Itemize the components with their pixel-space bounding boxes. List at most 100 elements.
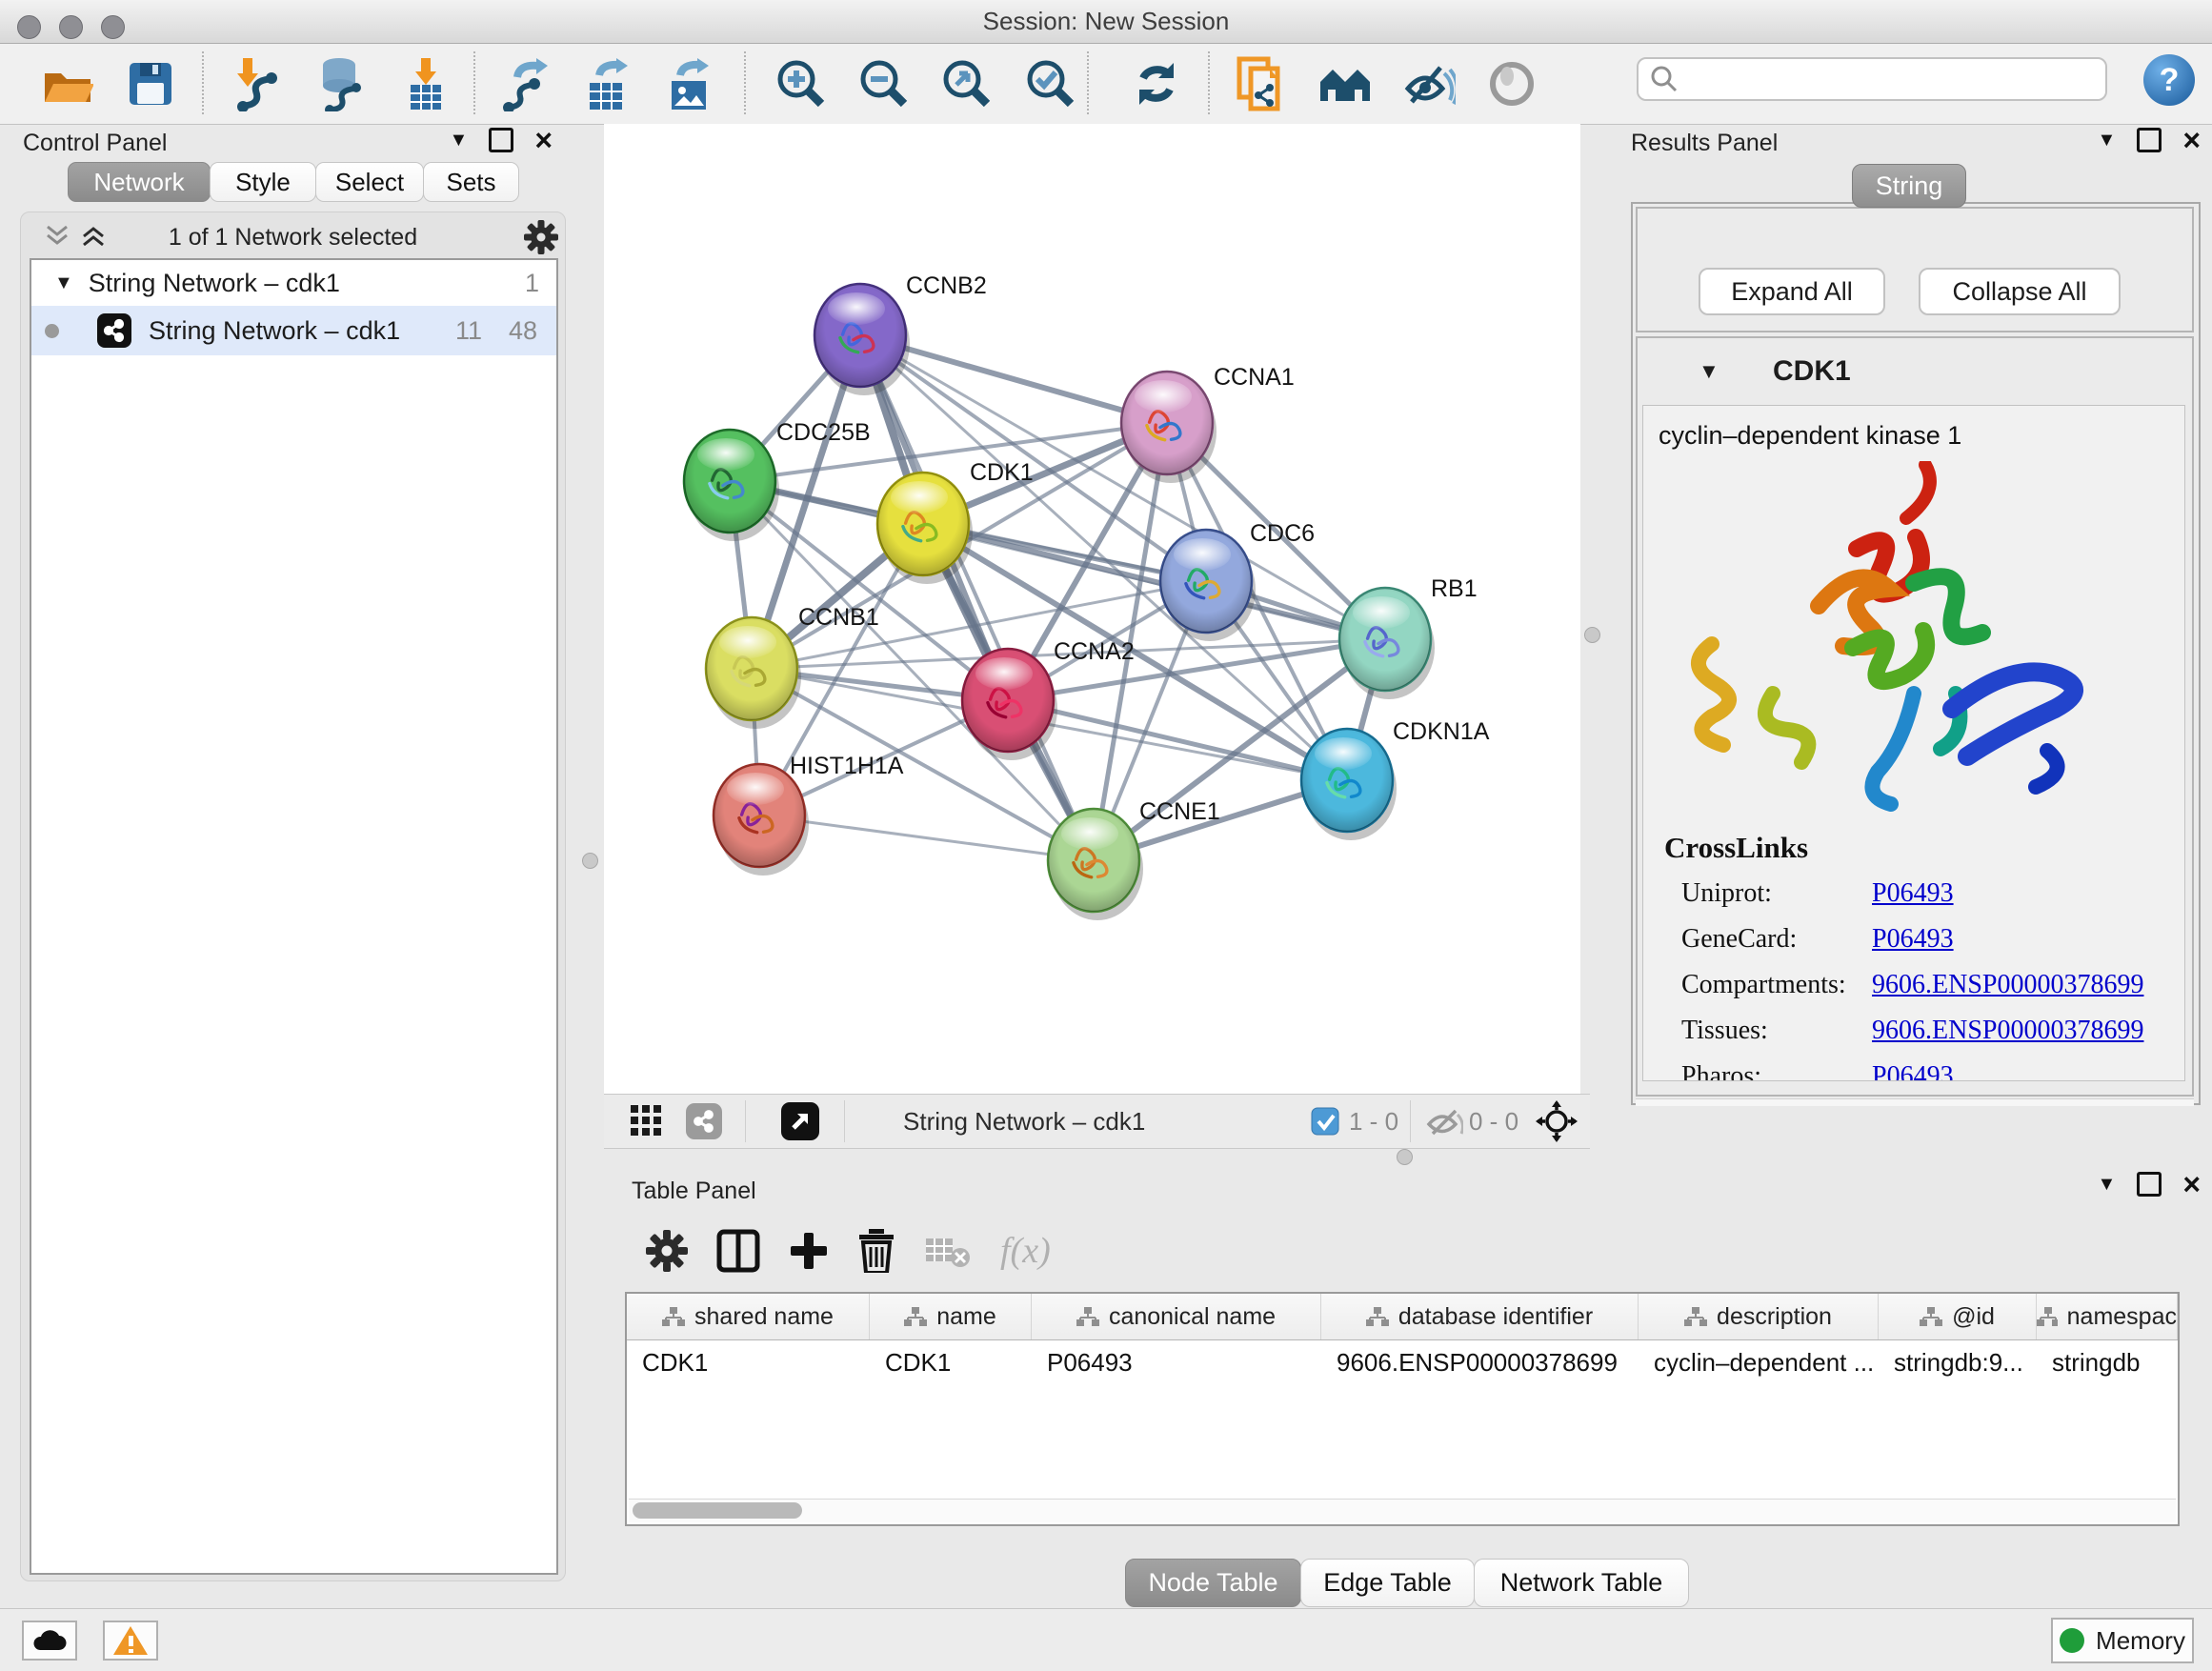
import-table-file-icon[interactable] <box>398 55 453 112</box>
minimize-window-button[interactable] <box>59 15 83 39</box>
import-network-database-icon[interactable] <box>312 55 367 112</box>
open-file-icon[interactable] <box>40 55 95 112</box>
crosslink-link[interactable]: 9606.ENSP00000378699 <box>1872 970 2143 1000</box>
column-header-name[interactable]: name <box>870 1294 1032 1339</box>
gear-icon[interactable] <box>524 220 558 254</box>
tab-sets[interactable]: Sets <box>423 162 519 202</box>
table-cell[interactable]: P06493 <box>1032 1348 1321 1378</box>
grid-view-icon[interactable] <box>631 1095 663 1148</box>
network-canvas[interactable]: CCNB2CCNA1CDC25BCDK1CDC6RB1CCNB1CCNA2CDK… <box>604 124 1580 1094</box>
save-session-icon[interactable] <box>123 55 178 112</box>
network-thumbnail-icon[interactable] <box>686 1095 722 1148</box>
tab-network-table[interactable]: Network Table <box>1474 1559 1689 1607</box>
zoom-fit-icon[interactable] <box>939 55 995 112</box>
node-CCNB1[interactable] <box>706 617 801 729</box>
birdseye-crosshair-icon[interactable] <box>1536 1095 1578 1148</box>
tab-node-table[interactable]: Node Table <box>1125 1559 1301 1607</box>
node-CCNB2[interactable] <box>814 284 910 395</box>
hide-selected-icon[interactable] <box>1401 55 1457 112</box>
tab-string[interactable]: String <box>1852 164 1966 208</box>
refresh-icon[interactable] <box>1129 55 1184 112</box>
function-builder-icon[interactable]: f(x) <box>1000 1230 1051 1272</box>
crosslink-link[interactable]: P06493 <box>1872 878 1954 909</box>
crosslink-link[interactable]: 9606.ENSP00000378699 <box>1872 1016 2143 1046</box>
zoom-in-icon[interactable] <box>774 55 829 112</box>
show-columns-icon[interactable] <box>716 1229 760 1273</box>
collapse-panel-icon[interactable]: ▼ <box>2098 130 2117 151</box>
delete-trash-icon[interactable] <box>857 1229 895 1273</box>
tab-network[interactable]: Network <box>68 162 211 202</box>
open-in-window-icon[interactable] <box>781 1095 819 1148</box>
first-neighbors-icon[interactable] <box>1317 55 1373 112</box>
clone-network-icon[interactable] <box>1233 55 1288 112</box>
memory-button[interactable]: Memory <box>2051 1618 2194 1663</box>
close-panel-icon[interactable]: × <box>2182 1175 2201 1194</box>
gene-result-header[interactable]: ▼ CDK1 <box>1638 338 2192 405</box>
collapse-panel-icon[interactable]: ▼ <box>2098 1174 2117 1196</box>
column-header-shared-name[interactable]: shared name <box>627 1294 870 1339</box>
splitter-handle-right[interactable] <box>1584 627 1600 643</box>
add-column-icon[interactable] <box>789 1231 829 1271</box>
float-panel-icon[interactable] <box>2137 128 2162 152</box>
table-cell[interactable]: CDK1 <box>627 1348 870 1378</box>
crosslink-link[interactable]: P06493 <box>1872 924 1954 955</box>
column-header--id[interactable]: @id <box>1879 1294 2037 1339</box>
collapse-gene-icon[interactable]: ▼ <box>1699 359 1719 384</box>
table-horizontal-scrollbar[interactable] <box>629 1499 2176 1522</box>
export-network-icon[interactable] <box>496 55 552 112</box>
column-header-description[interactable]: description <box>1639 1294 1879 1339</box>
collapse-panel-icon[interactable]: ▼ <box>450 130 469 151</box>
node-CCNA1[interactable] <box>1121 372 1217 483</box>
tab-select[interactable]: Select <box>315 162 424 202</box>
float-panel-icon[interactable] <box>489 128 513 152</box>
import-network-file-icon[interactable] <box>229 55 284 112</box>
table-cell[interactable]: cyclin–dependent ... <box>1639 1348 1879 1378</box>
cloud-button[interactable] <box>22 1621 77 1661</box>
node-CDK1[interactable] <box>877 473 973 584</box>
hidden-eye-slash-icon[interactable] <box>1425 1095 1463 1148</box>
show-all-icon[interactable] <box>1484 55 1539 112</box>
tree-expander-icon[interactable]: ▼ <box>54 272 73 294</box>
close-window-button[interactable] <box>17 15 41 39</box>
warning-button[interactable] <box>103 1621 158 1661</box>
search-input[interactable] <box>1680 65 2084 93</box>
column-header-database-identifier[interactable]: database identifier <box>1321 1294 1639 1339</box>
node-CDC25B[interactable] <box>684 430 779 541</box>
splitter-handle-left[interactable] <box>582 853 598 869</box>
zoom-selected-icon[interactable] <box>1023 55 1078 112</box>
node-RB1[interactable] <box>1339 588 1435 699</box>
results-horizontal-scrollbar[interactable] <box>1636 1098 2194 1106</box>
search-box[interactable] <box>1637 57 2107 101</box>
zoom-out-icon[interactable] <box>856 55 912 112</box>
close-panel-icon[interactable]: × <box>2182 131 2201 150</box>
crosslink-link[interactable]: P06493 <box>1872 1061 1954 1081</box>
selected-checkbox-icon[interactable] <box>1311 1095 1339 1148</box>
edge-CCNA2-CDKN1A[interactable] <box>1008 700 1347 780</box>
table-cell[interactable]: CDK1 <box>870 1348 1032 1378</box>
scrollbar-thumb[interactable] <box>633 1502 802 1519</box>
table-row[interactable]: CDK1CDK1P064939606.ENSP00000378699cyclin… <box>627 1340 2178 1384</box>
column-header-canonical-name[interactable]: canonical name <box>1032 1294 1321 1339</box>
node-CCNA2[interactable] <box>962 649 1057 760</box>
node-CDKN1A[interactable] <box>1301 729 1397 840</box>
collapse-all-button[interactable]: Collapse All <box>1919 268 2121 315</box>
tab-style[interactable]: Style <box>210 162 316 202</box>
float-panel-icon[interactable] <box>2137 1172 2162 1197</box>
edge-CCNB2-CCNE1[interactable] <box>860 335 1094 860</box>
table-cell[interactable]: 9606.ENSP00000378699 <box>1321 1348 1639 1378</box>
expand-all-button[interactable]: Expand All <box>1699 268 1885 315</box>
table-settings-gear-icon[interactable] <box>646 1230 688 1272</box>
edge-HIST1H1A-CCNE1[interactable] <box>759 815 1094 860</box>
maximize-window-button[interactable] <box>101 15 125 39</box>
network-collection-row[interactable]: ▼ String Network – cdk1 1 <box>31 260 556 306</box>
network-row-selected[interactable]: String Network – cdk1 11 48 <box>31 306 556 355</box>
tab-edge-table[interactable]: Edge Table <box>1300 1559 1475 1607</box>
delete-table-icon[interactable] <box>924 1233 972 1269</box>
table-cell[interactable]: stringdb <box>2037 1348 2178 1378</box>
export-table-icon[interactable] <box>580 55 635 112</box>
column-header-namespac[interactable]: namespac <box>2037 1294 2178 1339</box>
export-image-icon[interactable] <box>663 55 718 112</box>
close-panel-icon[interactable]: × <box>534 131 553 150</box>
node-HIST1H1A[interactable] <box>714 764 809 876</box>
table-cell[interactable]: stringdb:9... <box>1879 1348 2037 1378</box>
